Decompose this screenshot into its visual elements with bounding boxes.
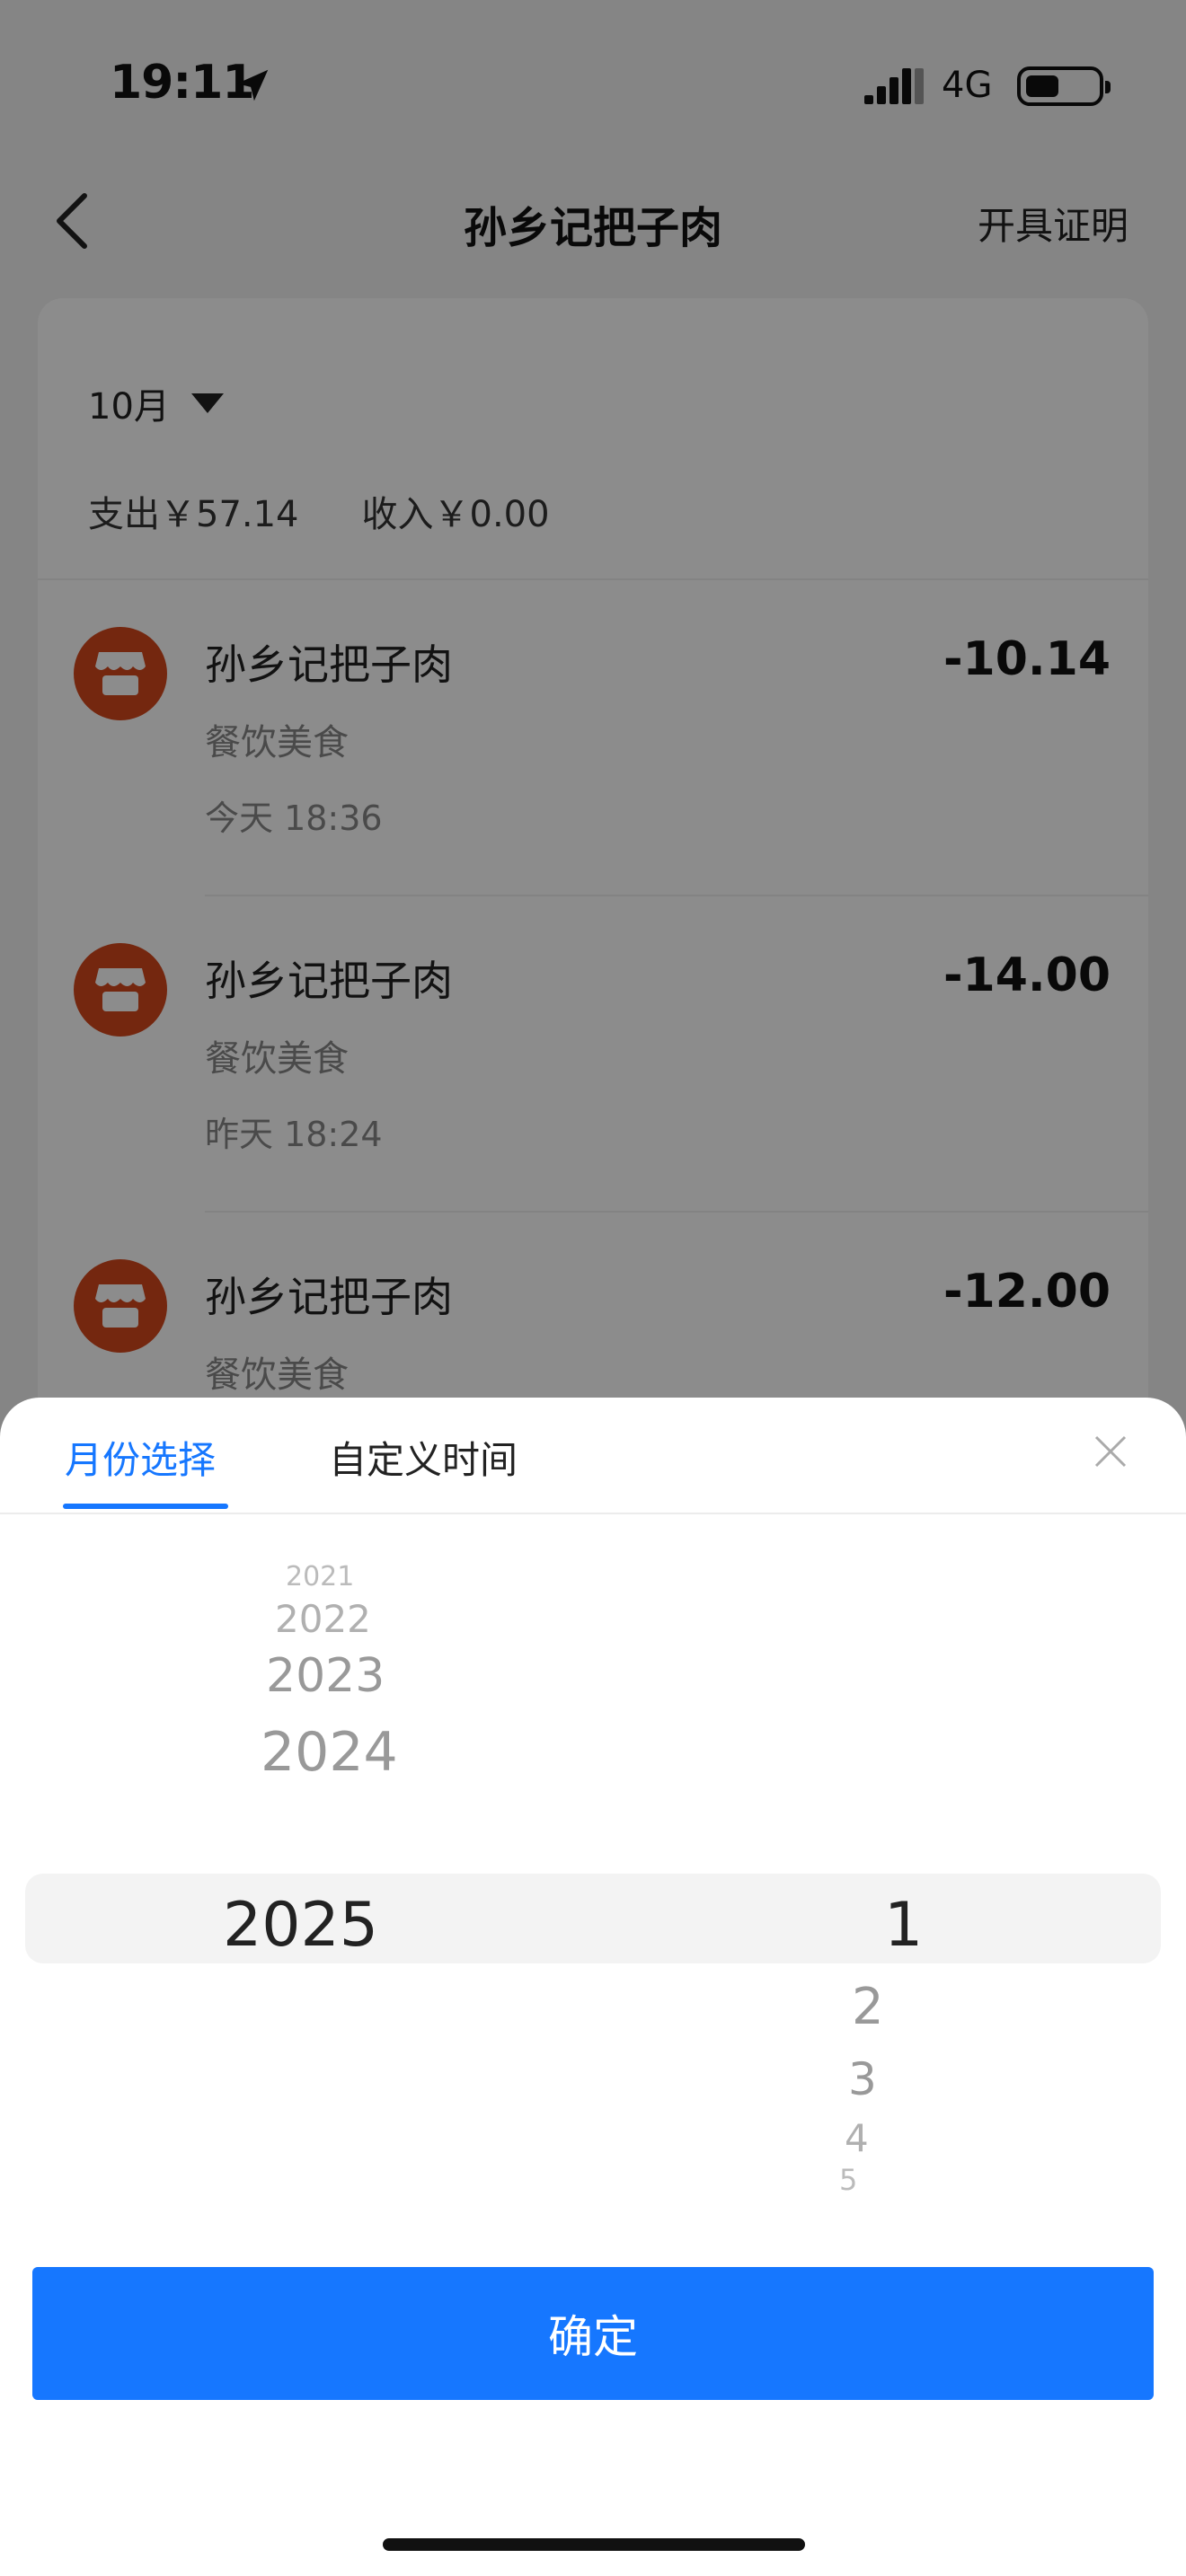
year-option[interactable]: 2021 [286, 1561, 354, 1592]
month-option[interactable]: 2 [852, 1978, 884, 2036]
month-picker[interactable]: 2021 2022 2023 2024 2025 1 2 3 4 5 [0, 1541, 1186, 2251]
picker-selection-band [25, 1874, 1161, 1963]
date-picker-sheet: 月份选择 自定义时间 2021 2022 2023 2024 2025 1 2 … [0, 1398, 1186, 2576]
month-option[interactable]: 4 [845, 2116, 869, 2160]
year-option[interactable]: 2022 [275, 1597, 371, 1641]
year-option[interactable]: 2024 [261, 1721, 398, 1784]
year-option[interactable]: 2023 [266, 1649, 385, 1703]
year-option-selected[interactable]: 2025 [223, 1890, 378, 1961]
tab-custom-time[interactable]: 自定义时间 [329, 1430, 518, 1485]
confirm-button[interactable]: 确定 [32, 2267, 1154, 2400]
month-option[interactable]: 5 [839, 2163, 857, 2197]
home-indicator [383, 2538, 805, 2551]
close-icon[interactable] [1093, 1434, 1128, 1469]
month-option[interactable]: 3 [848, 2053, 877, 2105]
month-option-selected[interactable]: 1 [884, 1890, 923, 1961]
active-tab-indicator [63, 1504, 228, 1509]
tab-month-select[interactable]: 月份选择 [65, 1430, 216, 1485]
sheet-tabs: 月份选择 自定义时间 [0, 1398, 1186, 1514]
